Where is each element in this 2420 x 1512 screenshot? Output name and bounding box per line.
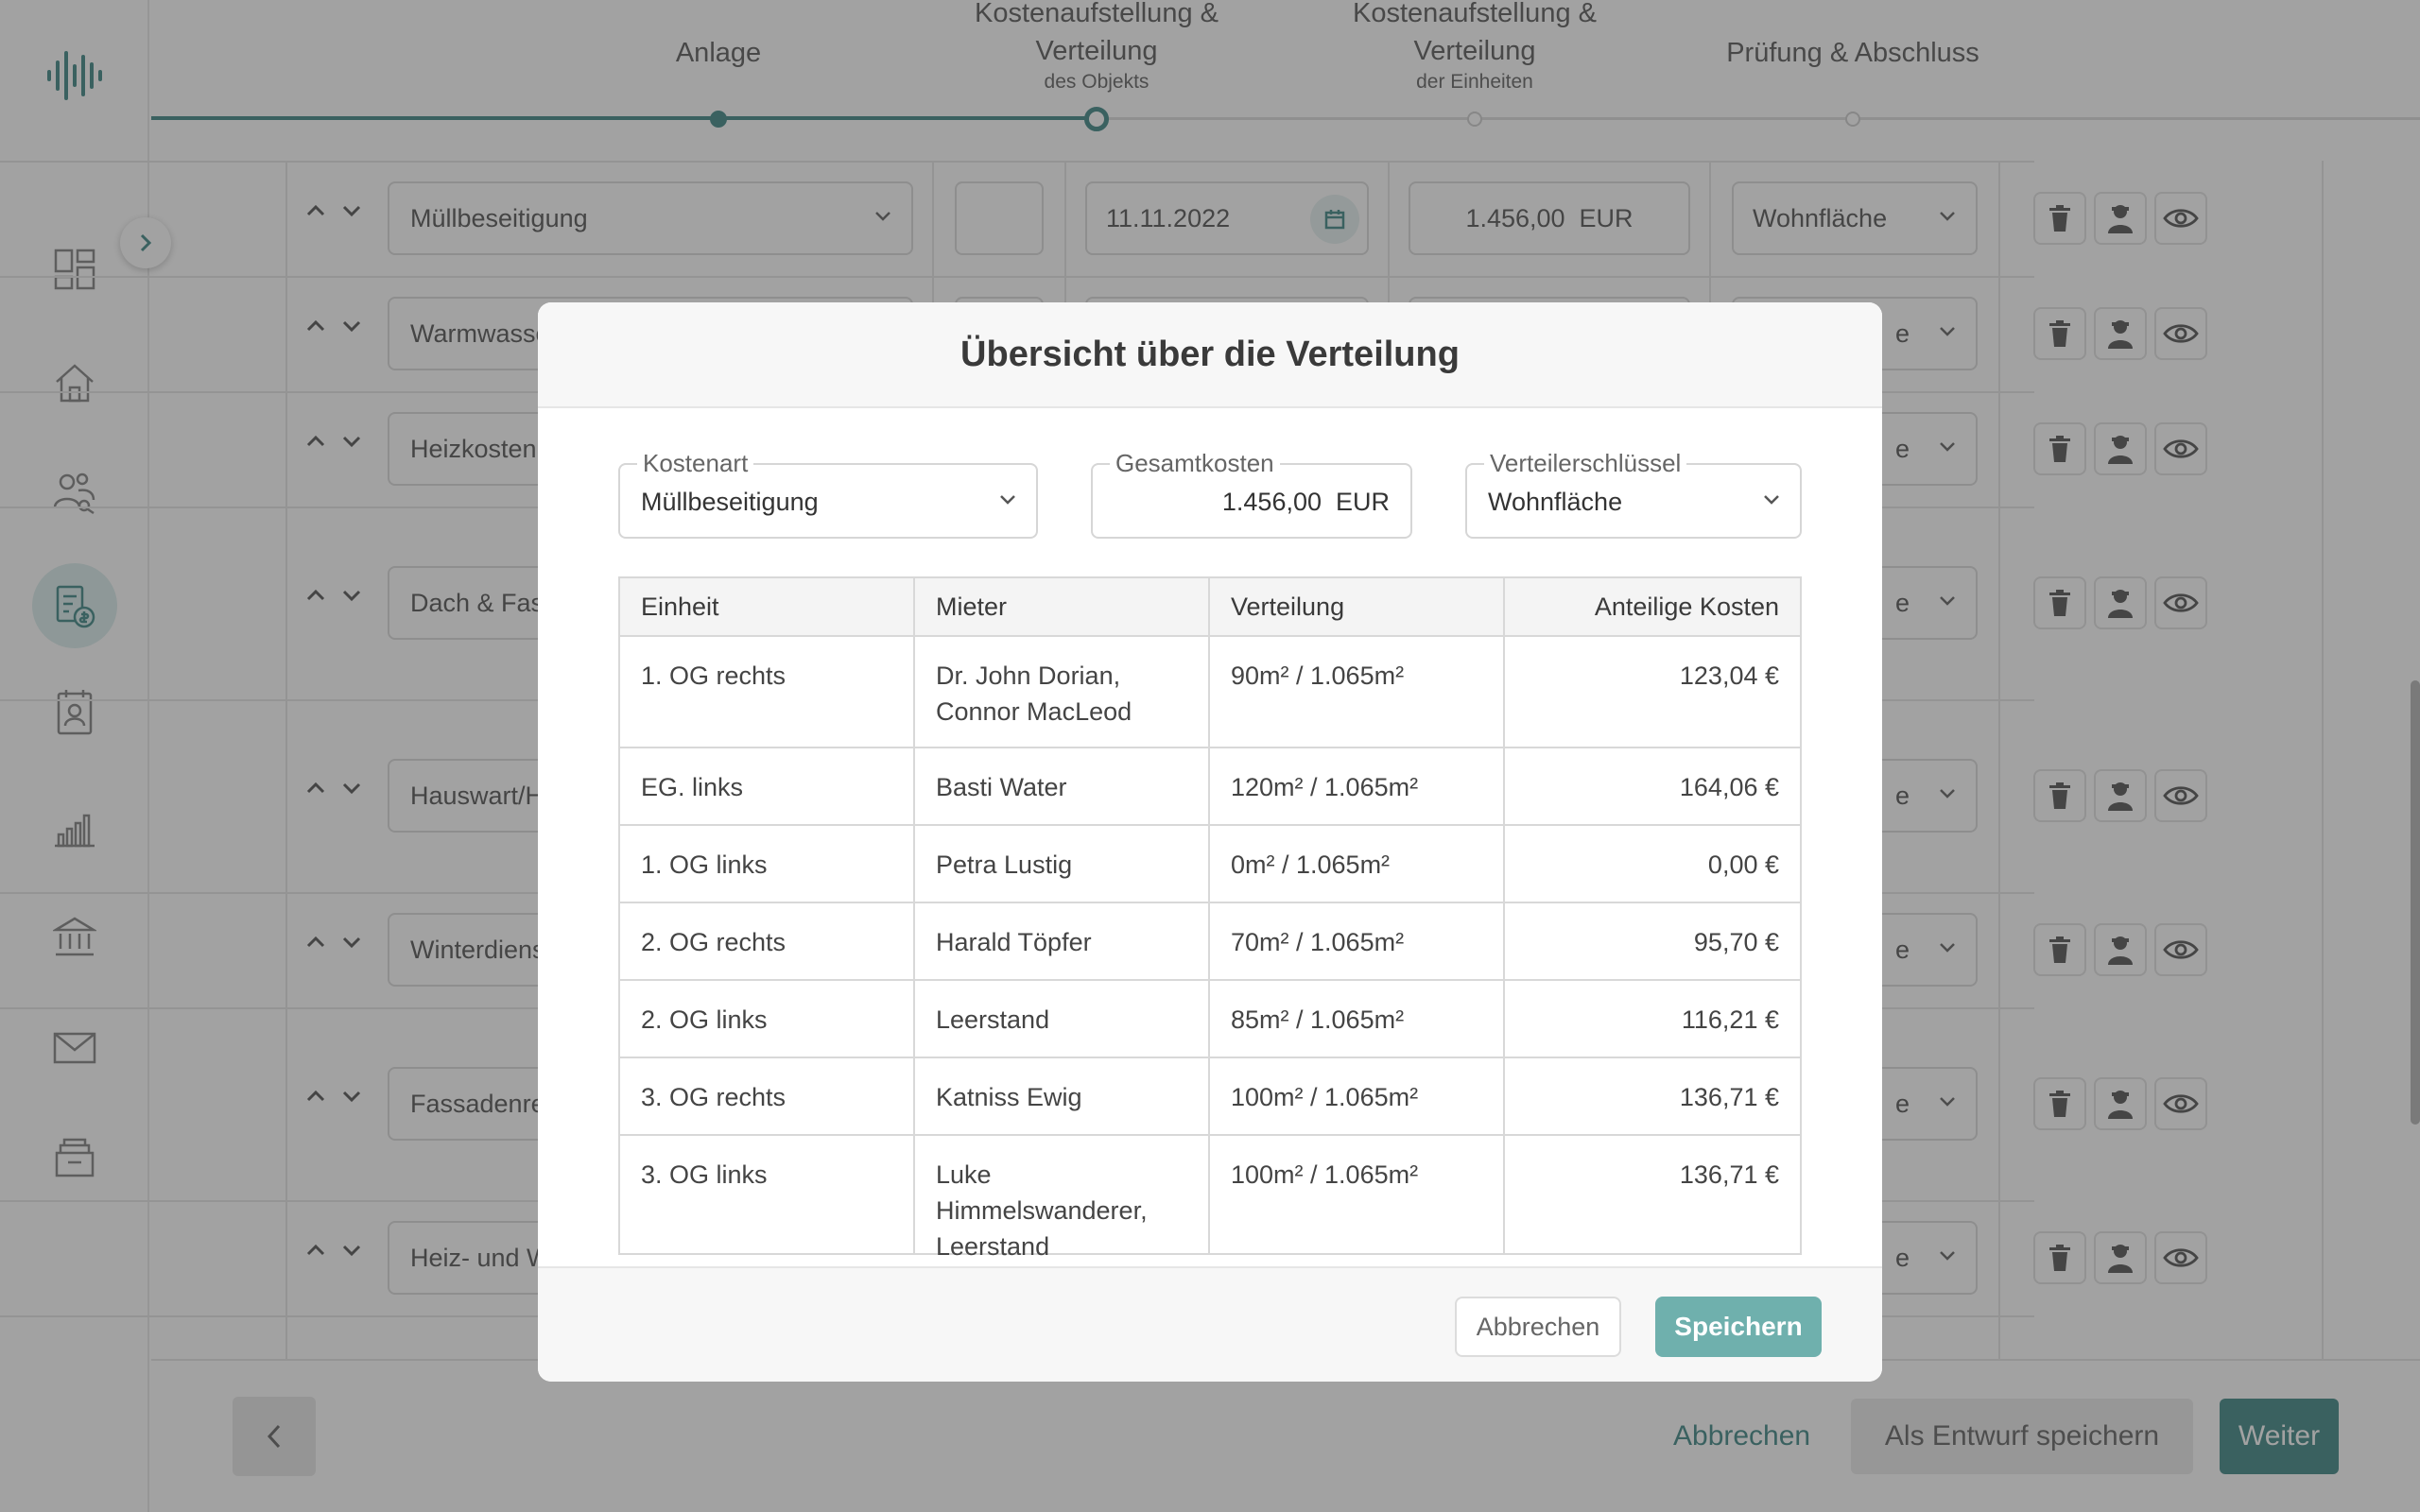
table-row: 3. OG links Luke Himmelswanderer, Leersta… [618,1136,1802,1261]
distribution-key-select[interactable]: Verteilerschlüssel Wohnfläche [1465,450,1802,539]
modal-header: Übersicht über die Verteilung [538,302,1882,408]
modal-footer: Abbrechen Speichern [538,1266,1882,1382]
cell-distribution: 100m² / 1.065m² [1210,1136,1505,1253]
cell-share: 136,71 € [1505,1136,1802,1253]
cell-tenant: Dr. John Dorian, Connor MacLeod [915,637,1210,747]
distribution-key-label: Verteilerschlüssel [1484,450,1687,476]
cell-tenant: Katniss Ewig [915,1058,1210,1134]
cell-tenant: Basti Water [915,748,1210,824]
cell-share: 95,70 € [1505,903,1802,979]
modal-cancel-button[interactable]: Abbrechen [1455,1297,1621,1357]
cell-tenant: Petra Lustig [915,826,1210,902]
header-tenant: Mieter [915,576,1210,637]
cell-tenant: Luke Himmelswanderer, Leerstand [915,1136,1210,1261]
table-row: EG. links Basti Water 120m² / 1.065m² 164,0… [618,748,1802,826]
cell-share: 123,04 € [1505,637,1802,747]
cell-unit: 1. OG rechts [618,637,915,747]
header-share: Anteilige Kosten [1505,576,1802,637]
cell-unit: 2. OG links [618,981,915,1057]
total-cost-value: 1.456,00 EUR [1221,488,1390,516]
cell-unit: 3. OG rechts [618,1058,915,1134]
cell-distribution: 85m² / 1.065m² [1210,981,1505,1057]
table-row: 1. OG rechts Dr. John Dorian, Connor MacL… [618,637,1802,748]
cell-tenant: Leerstand [915,981,1210,1057]
cell-share: 0,00 € [1505,826,1802,902]
modal-save-button[interactable]: Speichern [1655,1297,1822,1357]
cell-distribution: 120m² / 1.065m² [1210,748,1505,824]
page-scrollbar[interactable] [2411,680,2420,1125]
cost-type-select[interactable]: Kostenart Müllbeseitigung [618,450,1038,539]
table-row: 1. OG links Petra Lustig 0m² / 1.065m² 0,00… [618,826,1802,903]
header-unit: Einheit [618,576,915,637]
total-cost-label: Gesamtkosten [1110,450,1280,476]
cell-tenant: Harald Töpfer [915,903,1210,979]
chevron-down-icon [1764,495,1779,505]
cell-share: 116,21 € [1505,981,1802,1057]
cost-type-label: Kostenart [637,450,754,476]
cell-distribution: 90m² / 1.065m² [1210,637,1505,747]
cell-unit: 1. OG links [618,826,915,902]
table-row: 2. OG rechts Harald Töpfer 70m² / 1.065m² 9… [618,903,1802,981]
distribution-modal: Übersicht über die Verteilung Kostenart … [538,302,1882,1382]
total-cost-field[interactable]: Gesamtkosten 1.456,00 EUR [1091,450,1412,539]
cell-distribution: 0m² / 1.065m² [1210,826,1505,902]
chevron-down-icon [1000,495,1015,505]
distribution-key-value: Wohnfläche [1488,488,1623,516]
cell-unit: 2. OG rechts [618,903,915,979]
cell-distribution: 70m² / 1.065m² [1210,903,1505,979]
cell-unit: EG. links [618,748,915,824]
modal-title: Übersicht über die Verteilung [960,334,1460,374]
cell-distribution: 100m² / 1.065m² [1210,1058,1505,1134]
cell-share: 164,06 € [1505,748,1802,824]
cell-share: 136,71 € [1505,1058,1802,1134]
header-distribution: Verteilung [1210,576,1505,637]
cell-unit: 3. OG links [618,1136,915,1253]
cost-type-value: Müllbeseitigung [641,488,819,516]
table-row: 3. OG rechts Katniss Ewig 100m² / 1.065m² 1… [618,1058,1802,1136]
table-row: 2. OG links Leerstand 85m² / 1.065m² 116,21… [618,981,1802,1058]
